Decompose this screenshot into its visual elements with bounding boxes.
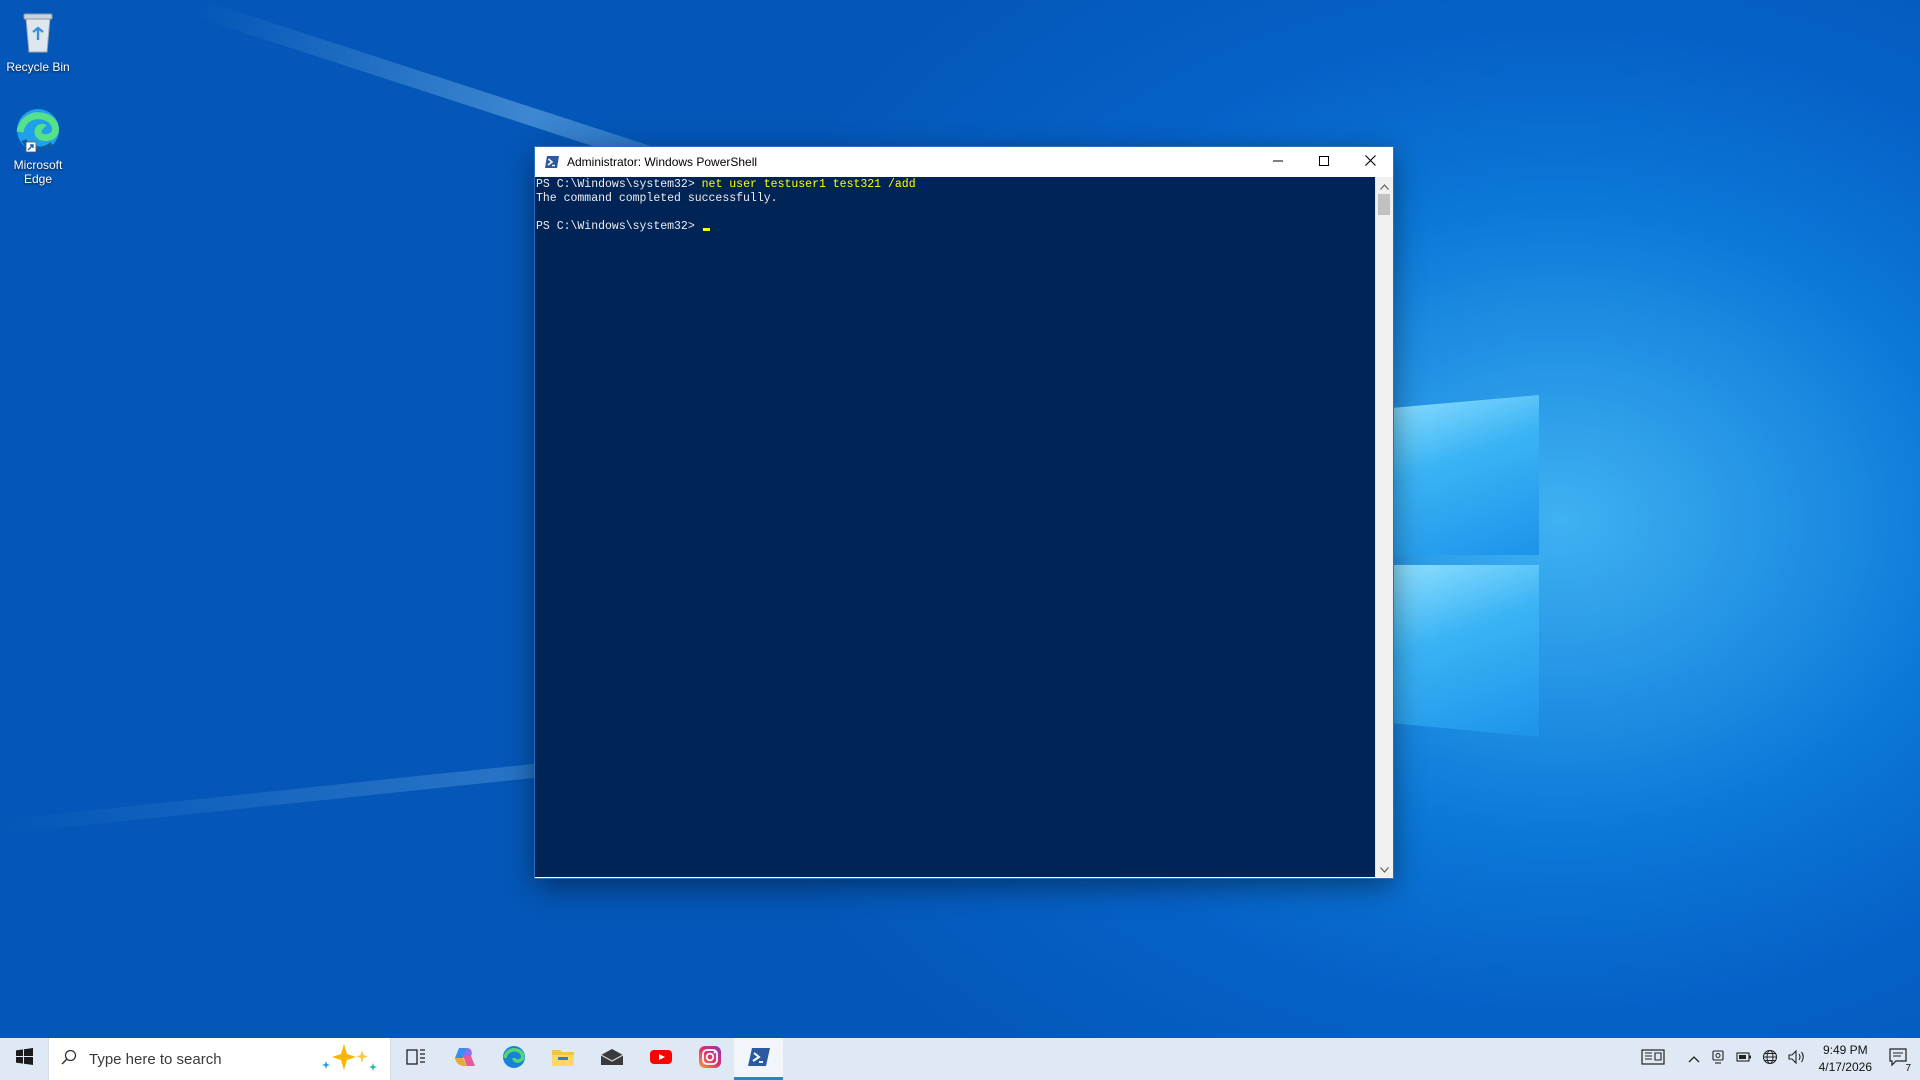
window-titlebar[interactable]: Administrator: Windows PowerShell: [535, 147, 1393, 177]
taskbar-microsoft-edge[interactable]: [489, 1038, 538, 1080]
taskbar-search-box[interactable]: Type here to search: [48, 1038, 391, 1080]
taskbar: Type here to search 9:49 PM 4/17/2026 7: [0, 1038, 1920, 1080]
search-placeholder: Type here to search: [89, 1050, 222, 1068]
tray-battery[interactable]: [1731, 1038, 1757, 1080]
console-command-args: user testuser1 test321 /add: [722, 178, 916, 191]
minimize-button[interactable]: [1255, 147, 1301, 177]
news-widget-icon: [1641, 1048, 1665, 1070]
taskbar-task-view[interactable]: [391, 1038, 440, 1080]
powershell-window: Administrator: Windows PowerShell PS C:\…: [535, 147, 1393, 878]
scroll-down-button[interactable]: [1376, 860, 1393, 877]
taskbar-youtube[interactable]: [636, 1038, 685, 1080]
clock-time: 9:49 PM: [1822, 1043, 1868, 1057]
close-icon: [1364, 153, 1376, 171]
microsoft-edge-icon: [14, 106, 62, 154]
console-output-text: The command completed successfully.: [536, 192, 778, 205]
task-view-icon: [405, 1048, 426, 1071]
vertical-scrollbar[interactable]: [1375, 177, 1393, 877]
chevron-down-icon: [1380, 860, 1389, 878]
wallpaper-logo-pane: [1393, 395, 1539, 555]
start-button[interactable]: [0, 1038, 48, 1080]
desktop-icon-recycle-bin[interactable]: Recycle Bin: [0, 8, 76, 74]
console-line: PS C:\Windows\system32> net user testuse…: [536, 178, 1376, 192]
scroll-up-button[interactable]: [1376, 177, 1393, 194]
text-cursor: [702, 228, 710, 231]
folder-icon: [551, 1047, 575, 1072]
youtube-icon: [649, 1048, 673, 1071]
chevron-up-icon: [1380, 177, 1389, 195]
tray-volume[interactable]: [1783, 1038, 1811, 1080]
tray-meet-now[interactable]: [1705, 1038, 1731, 1080]
clock-date: 4/17/2026: [1818, 1060, 1872, 1074]
console-output[interactable]: PS C:\Windows\system32> net user testuse…: [535, 177, 1376, 877]
maximize-button[interactable]: [1301, 147, 1347, 177]
tray-network[interactable]: [1757, 1038, 1783, 1080]
desktop-icon-label: Recycle Bin: [6, 60, 70, 74]
search-icon: [61, 1049, 77, 1070]
taskbar-windows-powershell[interactable]: [734, 1038, 783, 1080]
speaker-icon: [1788, 1049, 1806, 1070]
powershell-icon: [544, 154, 560, 170]
taskbar-copilot[interactable]: [440, 1038, 489, 1080]
chevron-up-icon: [1688, 1050, 1700, 1068]
tray-notification-center[interactable]: 7: [1880, 1038, 1920, 1080]
copilot-icon: [453, 1046, 477, 1073]
console-prompt: PS C:\Windows\system32>: [536, 178, 702, 191]
console-line: The command completed successfully.: [536, 192, 1376, 206]
tray-clock[interactable]: 9:49 PM 4/17/2026: [1811, 1042, 1880, 1076]
wallpaper-logo-pane: [1393, 565, 1539, 737]
console-command: net: [701, 178, 723, 191]
taskbar-instagram[interactable]: [685, 1038, 734, 1080]
tray-widgets-button[interactable]: [1623, 1038, 1683, 1080]
globe-icon: [1762, 1049, 1778, 1070]
battery-icon: [1736, 1050, 1752, 1068]
camera-icon: [1710, 1049, 1726, 1070]
windows-logo-icon: [15, 1048, 33, 1070]
tray-show-hidden-icons[interactable]: [1683, 1038, 1705, 1080]
taskbar-file-explorer[interactable]: [538, 1038, 587, 1080]
close-button[interactable]: [1347, 147, 1393, 177]
window-title: Administrator: Windows PowerShell: [567, 155, 758, 169]
console-prompt: PS C:\Windows\system32>: [536, 220, 702, 233]
desktop-icon-microsoft-edge[interactable]: Microsoft Edge: [0, 106, 76, 186]
microsoft-edge-icon: [502, 1045, 526, 1074]
mail-icon: [600, 1048, 624, 1071]
powershell-icon: [747, 1046, 771, 1073]
notification-count-badge: 7: [1902, 1063, 1914, 1074]
instagram-icon: [698, 1045, 722, 1074]
maximize-icon: [1319, 153, 1329, 171]
minimize-icon: [1273, 153, 1283, 171]
console-line: PS C:\Windows\system32>: [536, 220, 1376, 234]
recycle-bin-icon: [14, 8, 62, 56]
scrollbar-thumb[interactable]: [1378, 194, 1390, 215]
taskbar-mail[interactable]: [587, 1038, 636, 1080]
system-tray: 9:49 PM 4/17/2026 7: [1623, 1038, 1920, 1080]
search-highlight-sparkle-icon: [318, 1042, 380, 1077]
desktop-icon-label: Microsoft Edge: [13, 158, 63, 186]
